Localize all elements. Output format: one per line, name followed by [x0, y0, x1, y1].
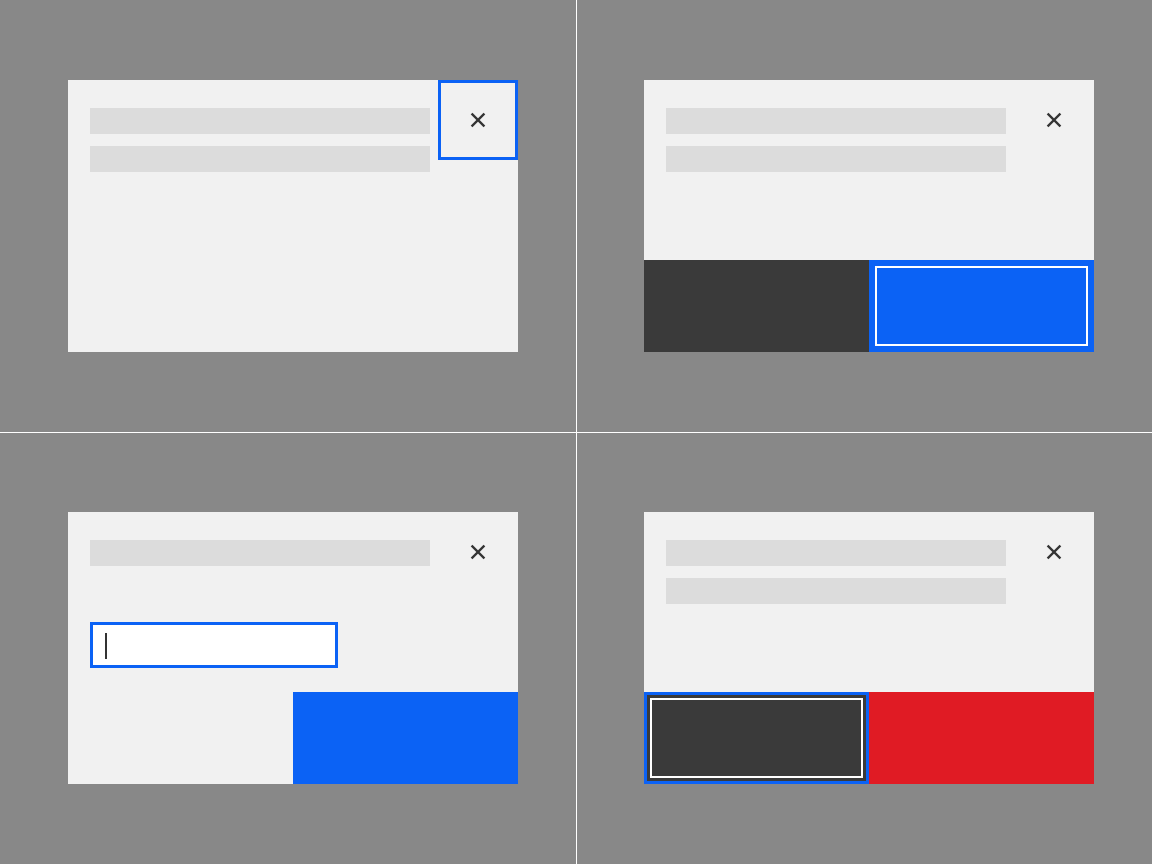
danger-button[interactable]	[869, 692, 1094, 784]
placeholder-line	[666, 540, 1006, 566]
focus-outline	[644, 692, 869, 784]
close-icon	[1043, 541, 1065, 563]
input-caret	[105, 633, 107, 659]
dialog-card	[644, 80, 1094, 352]
secondary-button[interactable]	[644, 260, 869, 352]
placeholder-line	[666, 578, 1006, 604]
close-button[interactable]	[438, 80, 518, 160]
placeholder-line	[90, 108, 430, 134]
text-input[interactable]	[90, 622, 338, 668]
close-button[interactable]	[1014, 512, 1094, 592]
close-button[interactable]	[1014, 80, 1094, 160]
close-button[interactable]	[438, 512, 518, 592]
dialog-card	[68, 80, 518, 352]
placeholder-line	[90, 146, 430, 172]
close-icon	[467, 109, 489, 131]
placeholder-line	[666, 146, 1006, 172]
close-icon	[467, 541, 489, 563]
panel-primary-focus	[576, 0, 1152, 432]
primary-button[interactable]	[293, 692, 518, 784]
close-icon	[1043, 109, 1065, 131]
panel-close-focus	[0, 0, 576, 432]
dialog-card	[644, 512, 1094, 784]
action-row	[644, 692, 1094, 784]
panel-input-focus	[0, 432, 576, 864]
focus-inner-ring	[650, 698, 863, 778]
dialog-card	[68, 512, 518, 784]
panel-danger-focus	[576, 432, 1152, 864]
focus-inner-ring	[875, 266, 1088, 346]
four-panel-grid	[0, 0, 1152, 864]
focus-outline	[869, 260, 1094, 352]
action-row	[644, 260, 1094, 352]
primary-button[interactable]	[869, 260, 1094, 352]
secondary-button[interactable]	[644, 692, 869, 784]
placeholder-line	[90, 540, 430, 566]
placeholder-line	[666, 108, 1006, 134]
